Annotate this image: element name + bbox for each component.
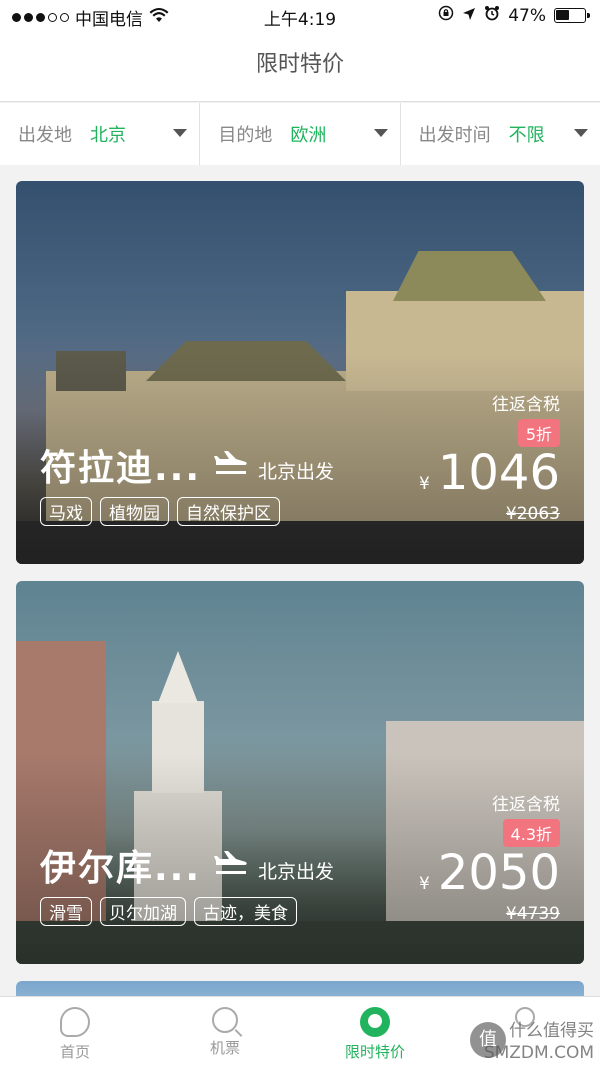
filter-value: 不限: [508, 125, 545, 146]
filter-destination[interactable]: 目的地 欧洲: [199, 103, 399, 165]
currency-symbol: ¥: [419, 474, 430, 494]
filter-label: 目的地: [218, 125, 273, 146]
dropdown-caret-icon: [573, 129, 588, 137]
home-icon: [60, 1007, 90, 1037]
tab-label: 机票: [209, 1039, 240, 1057]
filter-bar: 出发地 北京 目的地 欧洲 出发时间 不限: [0, 103, 600, 165]
roundtrip-label: 往返含税: [492, 795, 560, 815]
plane-icon: [214, 449, 248, 484]
watermark: 什么值得买 SMZDM.COM: [484, 1020, 594, 1064]
search-icon: [212, 1007, 238, 1033]
tab-label: 限时特价: [344, 1043, 405, 1061]
price-value: 2050: [437, 845, 560, 901]
battery-percent: 47%: [508, 5, 546, 26]
tag: 马戏: [40, 497, 92, 526]
filter-date[interactable]: 出发时间 不限: [399, 103, 600, 165]
original-price: ¥4739: [505, 904, 560, 924]
page-title: 限时特价: [255, 52, 344, 77]
nav-bar: 限时特价: [0, 32, 600, 102]
departure-city: 北京出发: [258, 861, 335, 883]
location-icon: [462, 6, 476, 26]
price: ¥ 1046: [419, 445, 560, 501]
price: ¥ 2050: [419, 845, 560, 901]
price-value: 1046: [437, 445, 560, 501]
tag: 古迹，美食: [194, 897, 297, 926]
filter-label: 出发地: [18, 125, 72, 146]
filter-value: 北京: [90, 125, 126, 146]
tag: 植物园: [100, 497, 169, 526]
deal-card[interactable]: 符拉迪... 北京出发 马戏 植物园 自然保护区 往返含税 5折 ¥ 1046 …: [16, 181, 584, 564]
tag: 自然保护区: [177, 497, 280, 526]
filter-label: 出发时间: [418, 125, 491, 146]
dropdown-caret-icon: [373, 129, 388, 137]
tag: 滑雪: [40, 897, 92, 926]
tab-deals[interactable]: 限时特价: [300, 997, 450, 1067]
currency-symbol: ¥: [419, 874, 430, 894]
destination-city: 伊尔库...: [40, 848, 202, 889]
filter-value: 欧洲: [290, 125, 327, 146]
tab-home[interactable]: 首页: [0, 997, 150, 1067]
tag: 贝尔加湖: [100, 897, 186, 926]
battery-icon: [554, 8, 590, 23]
tag-list: 马戏 植物园 自然保护区: [40, 497, 280, 526]
destination-city: 符拉迪...: [40, 448, 202, 489]
watermark-line: 什么值得买: [509, 1021, 594, 1041]
original-price: ¥2063: [505, 504, 560, 524]
tab-label: 首页: [59, 1043, 90, 1061]
watermark-line: SMZDM.COM: [483, 1043, 594, 1063]
status-bar: 中国电信 上午4:19 47%: [0, 0, 600, 32]
alarm-icon: [484, 5, 500, 26]
dropdown-caret-icon: [173, 129, 188, 137]
orientation-lock-icon: [438, 5, 454, 26]
deal-card[interactable]: 伊尔库... 北京出发 滑雪 贝尔加湖 古迹，美食 往返含税 4.3折 ¥ 20…: [16, 581, 584, 964]
discount-badge: 5折: [517, 419, 560, 447]
plane-icon: [214, 849, 248, 884]
tag-list: 滑雪 贝尔加湖 古迹，美食: [40, 897, 297, 926]
departure-city: 北京出发: [258, 461, 335, 483]
deal-icon: [360, 1007, 390, 1037]
discount-badge: 4.3折: [502, 819, 560, 847]
roundtrip-label: 往返含税: [492, 395, 560, 415]
filter-departure[interactable]: 出发地 北京: [0, 103, 199, 165]
tab-flights[interactable]: 机票: [150, 997, 300, 1067]
